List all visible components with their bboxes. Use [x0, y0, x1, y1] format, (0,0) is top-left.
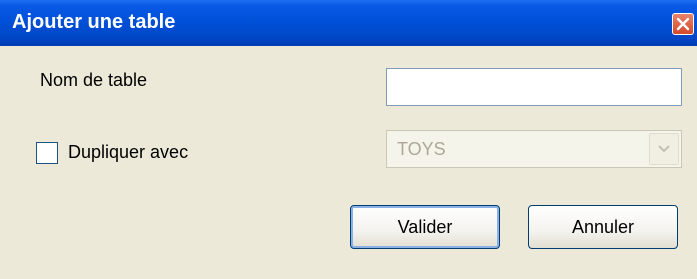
table-name-input[interactable] — [386, 68, 682, 106]
duplicate-source-select[interactable]: TOYS — [386, 130, 682, 168]
validate-button[interactable]: Valider — [350, 205, 500, 249]
cancel-button[interactable]: Annuler — [528, 205, 678, 249]
duplicate-checkbox[interactable] — [36, 142, 58, 164]
close-icon — [676, 17, 690, 31]
duplicate-label: Dupliquer avec — [68, 142, 189, 162]
select-value: TOYS — [397, 139, 446, 159]
dropdown-button[interactable] — [649, 133, 679, 165]
window-title: Ajouter une table — [12, 11, 176, 33]
dialog-content: Nom de table Dupliquer avec TOYS Valider… — [0, 46, 697, 279]
title-bar[interactable]: Ajouter une table — [0, 0, 697, 46]
chevron-down-icon — [658, 145, 670, 153]
add-table-dialog: Ajouter une table Nom de table Dupliquer… — [0, 0, 697, 279]
table-name-label: Nom de table — [40, 70, 148, 90]
close-button[interactable] — [672, 13, 694, 35]
